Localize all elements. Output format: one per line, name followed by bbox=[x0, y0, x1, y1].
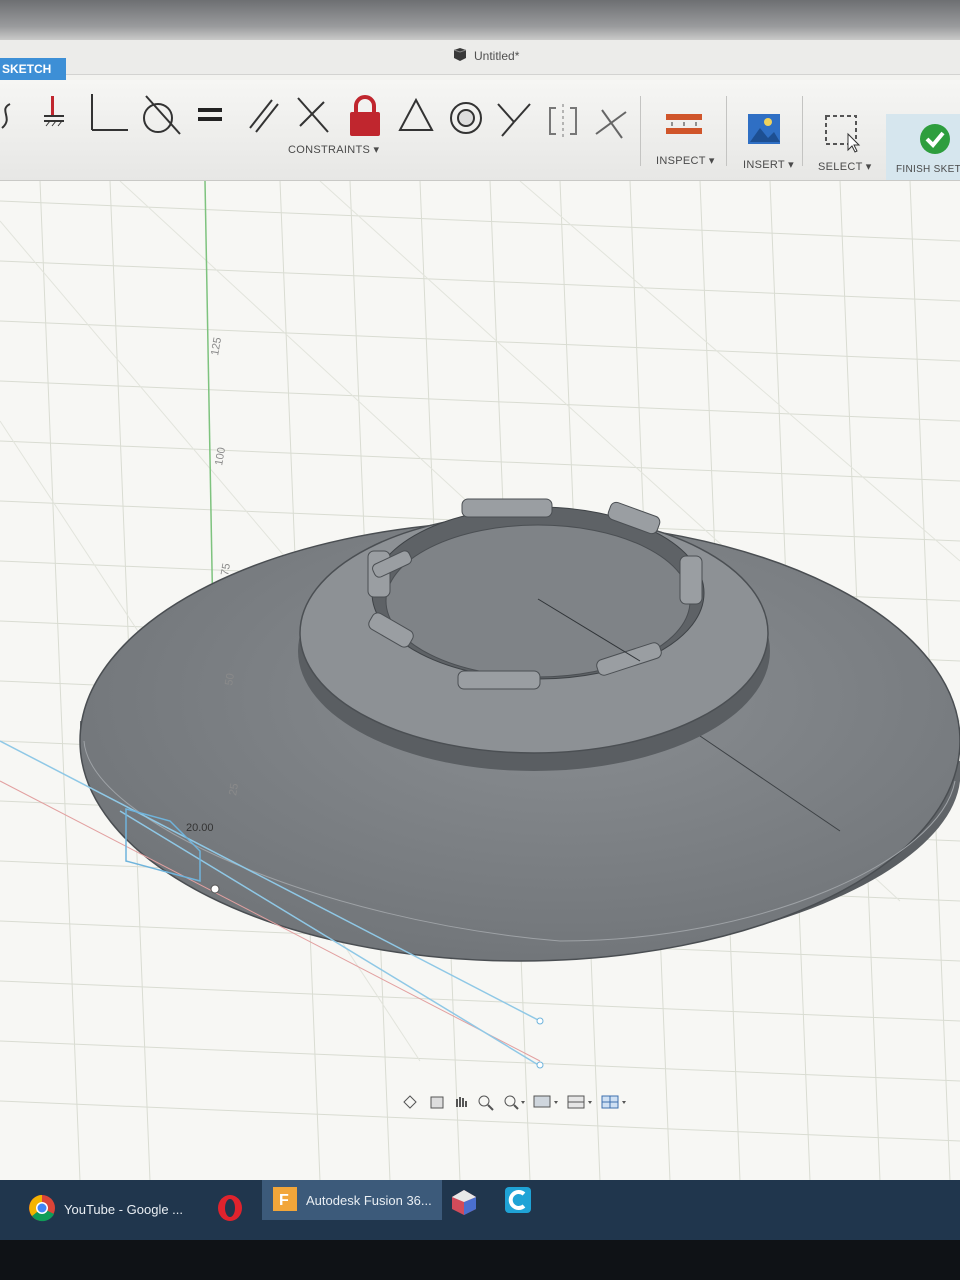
taskbar-item-label: YouTube - Google ... bbox=[64, 1202, 184, 1217]
finish-sketch-label: FINISH SKETCH bbox=[896, 164, 960, 175]
taskbar-item-chrome[interactable]: YouTube - Google ... bbox=[28, 1194, 183, 1225]
taskbar-item-label: Autodesk Fusion 36... bbox=[306, 1192, 432, 1208]
display-settings-icon[interactable] bbox=[532, 1093, 560, 1111]
taskbar-item-fusion[interactable]: F Autodesk Fusion 36... bbox=[262, 1180, 442, 1220]
chrome-icon bbox=[28, 1194, 56, 1225]
zoom-icon[interactable] bbox=[476, 1093, 496, 1111]
taskbar-item-app[interactable] bbox=[450, 1188, 478, 1219]
tangent-icon[interactable] bbox=[446, 98, 486, 138]
screen: Untitled* SKETCH CONSTRAINTS ▾ INSPECT ▾… bbox=[0, 0, 960, 1240]
zoom-window-icon[interactable] bbox=[502, 1093, 526, 1111]
app-icon-2 bbox=[504, 1186, 532, 1217]
collinear-icon[interactable] bbox=[86, 92, 130, 134]
dimension-label: 20.00 bbox=[186, 822, 214, 834]
app-icon bbox=[450, 1188, 478, 1219]
toolbar-separator bbox=[802, 96, 803, 166]
insert-menu-label[interactable]: INSERT ▾ bbox=[743, 158, 794, 171]
spline-tool-icon[interactable] bbox=[0, 98, 14, 134]
perpendicular-icon[interactable] bbox=[294, 94, 332, 136]
smooth-icon[interactable] bbox=[494, 98, 534, 138]
svg-text:F: F bbox=[279, 1192, 289, 1209]
ruler-label: 25 bbox=[227, 782, 241, 796]
horizontal-vertical-icon[interactable] bbox=[396, 96, 436, 136]
constraints-menu-label[interactable]: CONSTRAINTS ▾ bbox=[288, 143, 379, 156]
taskbar-item-opera[interactable] bbox=[216, 1194, 244, 1225]
ruler-label: 75 bbox=[219, 562, 233, 576]
coincident-icon[interactable] bbox=[38, 94, 70, 130]
window-title-text: Untitled* bbox=[474, 49, 520, 63]
select-window-icon[interactable] bbox=[822, 112, 864, 154]
toolbar-separator bbox=[640, 96, 641, 166]
inspect-menu-label[interactable]: INSPECT ▾ bbox=[656, 154, 715, 167]
grid-settings-icon[interactable] bbox=[566, 1093, 594, 1111]
viewports-icon[interactable] bbox=[600, 1093, 628, 1111]
navigation-bar bbox=[400, 1090, 628, 1114]
fusion-icon: F bbox=[272, 1186, 298, 1215]
symmetric-icon[interactable] bbox=[544, 102, 582, 140]
checkmark-icon bbox=[918, 122, 952, 156]
top-bezel bbox=[0, 0, 960, 44]
toolbar-separator bbox=[726, 96, 727, 166]
insert-image-icon[interactable] bbox=[746, 112, 782, 148]
measure-icon[interactable] bbox=[664, 110, 706, 144]
look-at-icon[interactable] bbox=[428, 1093, 446, 1111]
concentric-icon[interactable] bbox=[138, 94, 182, 136]
pan-icon[interactable] bbox=[452, 1093, 470, 1111]
taskbar-item-app-2[interactable] bbox=[504, 1186, 532, 1217]
lock-icon[interactable] bbox=[344, 94, 386, 138]
taskbar: YouTube - Google ... F Autodesk Fusion 3… bbox=[0, 1180, 960, 1240]
orbit-icon[interactable] bbox=[400, 1093, 422, 1111]
equal-icon[interactable] bbox=[196, 102, 226, 128]
ruler-label: 100 bbox=[213, 446, 228, 466]
window-title: Untitled* bbox=[452, 46, 519, 66]
canvas-viewport[interactable]: 125 100 75 50 25 20.00 bbox=[0, 180, 960, 1182]
tab-sketch[interactable]: SKETCH bbox=[0, 58, 66, 80]
ruler-label: 50 bbox=[223, 672, 237, 686]
opera-icon bbox=[216, 1194, 244, 1225]
ruler-label: 125 bbox=[209, 336, 224, 356]
document-icon bbox=[452, 47, 468, 66]
model-view: 125 100 75 50 25 20.00 bbox=[0, 180, 960, 1182]
midpoint-icon[interactable] bbox=[592, 104, 630, 142]
monitor-bezel bbox=[0, 1240, 960, 1280]
select-menu-label[interactable]: SELECT ▾ bbox=[818, 160, 872, 173]
parallel-icon[interactable] bbox=[244, 94, 282, 134]
